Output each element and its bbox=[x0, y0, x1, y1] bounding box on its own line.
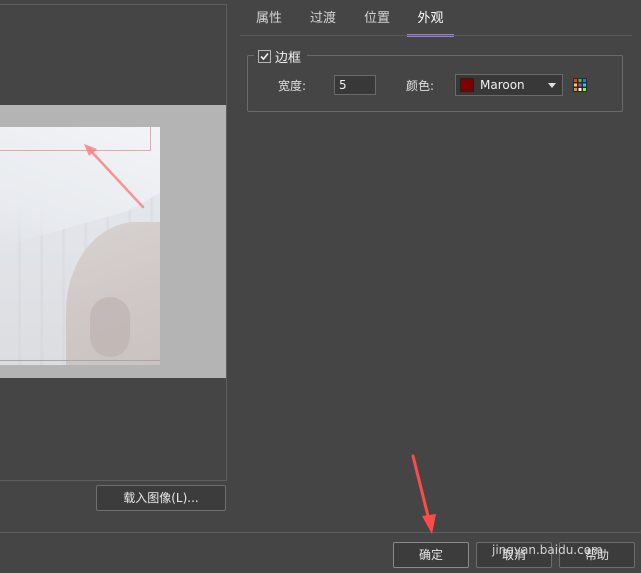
tabs-underline bbox=[240, 35, 632, 36]
tab-transition[interactable]: 过渡 bbox=[307, 6, 339, 34]
color-label: 颜色: bbox=[406, 79, 435, 93]
color-palette-icon[interactable] bbox=[573, 78, 587, 92]
left-panel-bottom-border bbox=[0, 480, 227, 481]
width-label: 宽度: bbox=[278, 79, 307, 93]
left-panel-divider bbox=[226, 4, 227, 481]
watermark: jingyan.baidu.com bbox=[492, 543, 603, 557]
image-preview bbox=[0, 105, 226, 378]
color-swatch bbox=[460, 78, 474, 92]
load-image-button[interactable]: 载入图像(L)... bbox=[96, 485, 226, 511]
tab-properties[interactable]: 属性 bbox=[253, 6, 285, 34]
chevron-down-icon bbox=[548, 82, 556, 88]
border-checkbox[interactable] bbox=[258, 49, 271, 63]
checkmark-icon bbox=[260, 52, 269, 60]
color-name: Maroon bbox=[480, 78, 525, 92]
ok-button[interactable]: 确定 bbox=[393, 542, 469, 568]
footer-divider bbox=[0, 532, 641, 533]
border-label: 边框 bbox=[275, 50, 302, 66]
tab-appearance[interactable]: 外观 bbox=[407, 6, 454, 37]
annotation-arrow-icon bbox=[411, 454, 436, 534]
left-panel-top-border bbox=[0, 4, 226, 5]
annotation-arrow-icon bbox=[84, 144, 145, 209]
border-group-header[interactable]: 边框 bbox=[254, 48, 308, 66]
border-color-select[interactable]: Maroon bbox=[455, 74, 563, 96]
border-width-input[interactable] bbox=[334, 75, 376, 95]
tab-position[interactable]: 位置 bbox=[361, 6, 393, 34]
